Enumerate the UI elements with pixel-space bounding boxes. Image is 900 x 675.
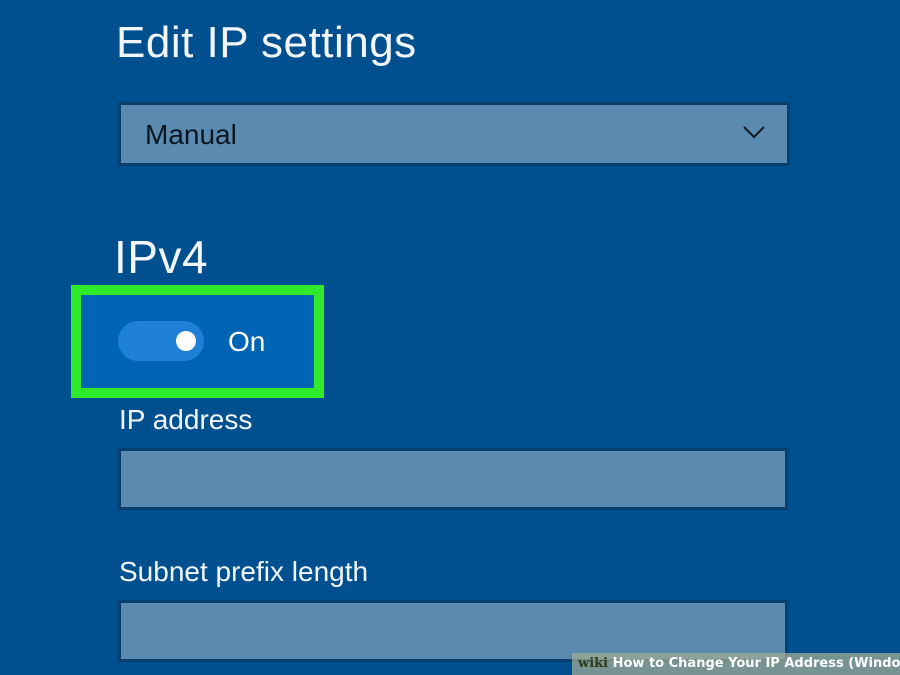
ipv4-toggle[interactable] <box>118 321 204 361</box>
page-title: Edit IP settings <box>116 18 417 67</box>
chevron-down-icon <box>743 126 765 139</box>
watermark: wiki How to Change Your IP Address (Wind… <box>572 653 900 675</box>
ip-assignment-dropdown[interactable]: Manual <box>118 102 790 166</box>
ip-address-label: IP address <box>119 404 253 435</box>
watermark-brand: wiki <box>578 656 609 671</box>
toggle-state-label: On <box>228 326 266 357</box>
subnet-prefix-length-label: Subnet prefix length <box>119 556 369 587</box>
dropdown-selected-value: Manual <box>145 119 237 150</box>
watermark-text: How to Change Your IP Address (Windows) <box>612 656 900 671</box>
ip-address-input[interactable] <box>118 448 788 510</box>
highlight-box: On <box>71 285 324 398</box>
ipv4-heading: IPv4 <box>114 231 209 283</box>
toggle-knob <box>176 331 196 351</box>
